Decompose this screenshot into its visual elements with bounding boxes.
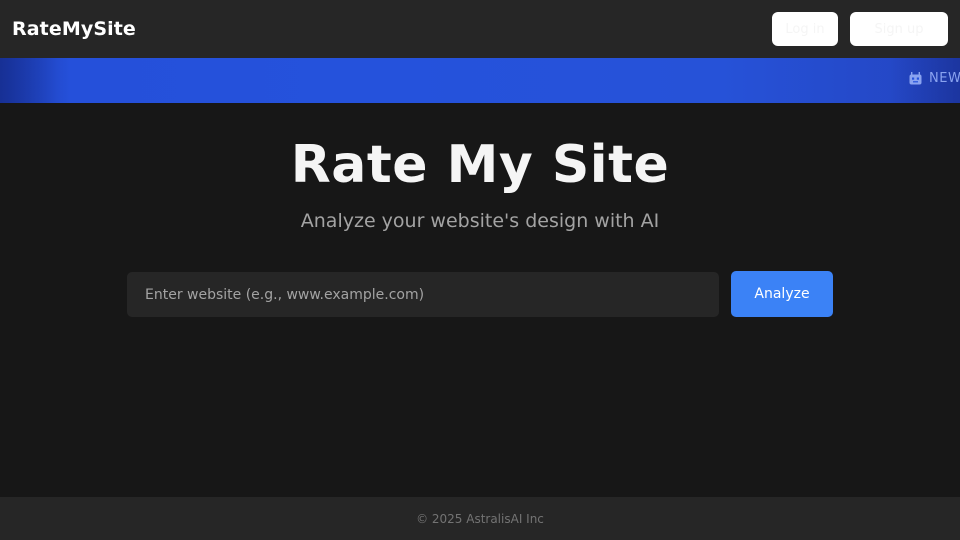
brand-logo[interactable]: RateMySite (12, 18, 136, 40)
ticker-text: NEW (929, 71, 960, 86)
analyze-button[interactable]: Analyze (731, 271, 833, 317)
page: RateMySite Log in Sign up NEW Rate My Si… (0, 0, 960, 540)
header-actions: Log in Sign up (772, 12, 948, 46)
page-title: Rate My Site (290, 135, 670, 195)
robot-icon (908, 71, 923, 86)
page-subtitle: Analyze your website's design with AI (300, 210, 660, 232)
signup-button[interactable]: Sign up (850, 12, 948, 46)
website-url-input[interactable] (127, 272, 719, 317)
top-header: RateMySite Log in Sign up (0, 0, 960, 58)
copyright-text: © 2025 AstralisAI Inc (416, 511, 544, 526)
page-footer: © 2025 AstralisAI Inc (0, 497, 960, 540)
login-button[interactable]: Log in (772, 12, 838, 46)
banner-ticker[interactable]: NEW (908, 71, 960, 86)
announcement-banner[interactable]: NEW (0, 58, 960, 103)
banner-fade-left (0, 58, 70, 103)
